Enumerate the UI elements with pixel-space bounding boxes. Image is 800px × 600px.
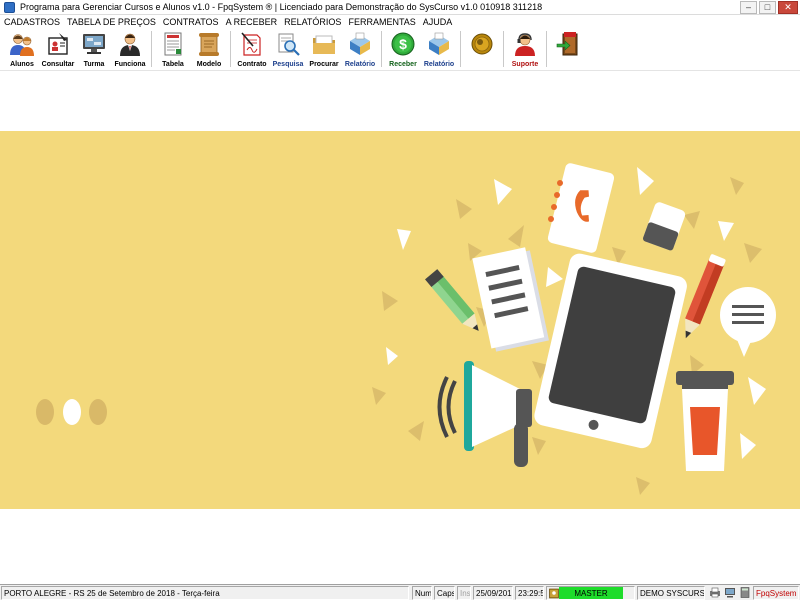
menu-bar: CADASTROS TABELA DE PREÇOS CONTRATOS A R… xyxy=(0,15,800,29)
suporte-label: Suporte xyxy=(511,61,539,68)
toolbar-separator xyxy=(546,31,547,67)
status-time: 23:29:50 xyxy=(515,586,544,600)
consultar-button[interactable]: Consultar xyxy=(40,29,76,71)
menu-relatorios[interactable]: RELATÓRIOS xyxy=(284,17,341,27)
support-icon xyxy=(511,30,539,58)
menu-tabela-de-precos[interactable]: TABELA DE PREÇOS xyxy=(67,17,156,27)
toolbar-separator xyxy=(460,31,461,67)
alunos-label: Alunos xyxy=(10,61,34,68)
monitor-icon xyxy=(80,30,108,58)
status-master-panel: MASTER xyxy=(546,586,635,600)
status-num: Num xyxy=(412,586,432,600)
eraser-illustration xyxy=(642,202,686,251)
relatorio-label-1: Relatório xyxy=(344,61,376,68)
modelo-button[interactable]: Modelo xyxy=(191,29,227,71)
employee-icon xyxy=(116,30,144,58)
status-date: 25/09/2018 xyxy=(473,586,513,600)
red-pencil-illustration xyxy=(685,254,726,339)
speech-bubble-illustration xyxy=(720,287,776,357)
scroll-icon xyxy=(195,30,223,58)
relatorio-label-2: Relatório xyxy=(423,61,455,68)
search-document-icon xyxy=(274,30,302,58)
carousel-dot-active[interactable] xyxy=(63,399,81,425)
users-icon xyxy=(8,30,36,58)
app-icon xyxy=(4,1,15,13)
pencil-illustration xyxy=(425,269,479,331)
alunos-button[interactable]: Alunos xyxy=(4,29,40,71)
pesquisa-label: Pesquisa xyxy=(272,61,304,68)
relatorio-button-2[interactable]: Relatório xyxy=(421,29,457,71)
close-button[interactable]: ✕ xyxy=(778,1,798,14)
status-bar: PORTO ALEGRE - RS 25 de Setembro de 2018… xyxy=(0,584,800,600)
contract-icon xyxy=(238,30,266,58)
menu-ajuda[interactable]: AJUDA xyxy=(423,17,453,27)
status-brand: FpqSystem xyxy=(753,586,799,600)
megaphone-illustration xyxy=(437,361,532,467)
toolbar: Alunos Consultar Turma Funciona Tabela M… xyxy=(0,29,800,71)
computer-icon[interactable] xyxy=(724,587,736,598)
status-location-date: PORTO ALEGRE - RS 25 de Setembro de 2018… xyxy=(1,586,409,600)
report-icon xyxy=(425,30,453,58)
carousel-dot[interactable] xyxy=(36,399,54,425)
modelo-label: Modelo xyxy=(196,61,222,68)
status-company: DEMO SYSCURSO 1.0 xyxy=(637,586,705,600)
window-controls: – □ ✕ xyxy=(740,1,798,14)
funciona-button[interactable]: Funciona xyxy=(112,29,148,71)
toolbar-separator xyxy=(230,31,231,67)
carousel-dots xyxy=(36,399,107,425)
window-title: Programa para Gerenciar Cursos e Alunos … xyxy=(20,2,543,12)
receber-button[interactable]: $ Receber xyxy=(385,29,421,71)
phone-note-illustration xyxy=(547,163,615,253)
procurar-button[interactable]: Procurar xyxy=(306,29,342,71)
toolbar-separator xyxy=(151,31,152,67)
receber-label: Receber xyxy=(389,61,417,68)
contrato-label: Contrato xyxy=(237,61,267,68)
relatorio-button-1[interactable]: Relatório xyxy=(342,29,378,71)
turma-button[interactable]: Turma xyxy=(76,29,112,71)
coffee-cup-illustration xyxy=(676,371,734,471)
funciona-label: Funciona xyxy=(114,61,146,68)
status-master: MASTER xyxy=(559,587,623,599)
exit-icon xyxy=(554,30,582,58)
pesquisa-button[interactable]: Pesquisa xyxy=(270,29,306,71)
toolbar-separator xyxy=(503,31,504,67)
consultar-label: Consultar xyxy=(41,61,75,68)
status-ins: Ins xyxy=(457,586,471,600)
coins-icon xyxy=(468,30,496,58)
document-illustration xyxy=(472,247,549,352)
contrato-button[interactable]: Contrato xyxy=(234,29,270,71)
toolbar-separator xyxy=(381,31,382,67)
procurar-label: Procurar xyxy=(309,61,339,68)
status-caps: Caps xyxy=(434,586,455,600)
report-icon xyxy=(346,30,374,58)
svg-text:$: $ xyxy=(399,36,407,52)
tabela-button[interactable]: Tabela xyxy=(155,29,191,71)
menu-ferramentas[interactable]: FERRAMENTAS xyxy=(348,17,415,27)
exit-button[interactable] xyxy=(550,29,586,71)
suporte-button[interactable]: Suporte xyxy=(507,29,543,71)
hero-banner xyxy=(0,131,800,509)
title-bar: Programa para Gerenciar Cursos e Alunos … xyxy=(0,0,800,15)
menu-a-receber[interactable]: A RECEBER xyxy=(226,17,278,27)
price-table-icon xyxy=(159,30,187,58)
menu-contratos[interactable]: CONTRATOS xyxy=(163,17,219,27)
coins-button[interactable] xyxy=(464,29,500,71)
tabela-label: Tabela xyxy=(162,61,184,68)
turma-label: Turma xyxy=(83,61,105,68)
printer-icon[interactable] xyxy=(709,587,721,598)
maximize-button[interactable]: □ xyxy=(759,1,776,14)
carousel-dot[interactable] xyxy=(89,399,107,425)
minimize-button[interactable]: – xyxy=(740,1,757,14)
dollar-icon: $ xyxy=(389,30,417,58)
id-card-icon xyxy=(44,30,72,58)
folder-icon xyxy=(310,30,338,58)
calculator-icon[interactable] xyxy=(739,587,751,598)
menu-cadastros[interactable]: CADASTROS xyxy=(4,17,60,27)
